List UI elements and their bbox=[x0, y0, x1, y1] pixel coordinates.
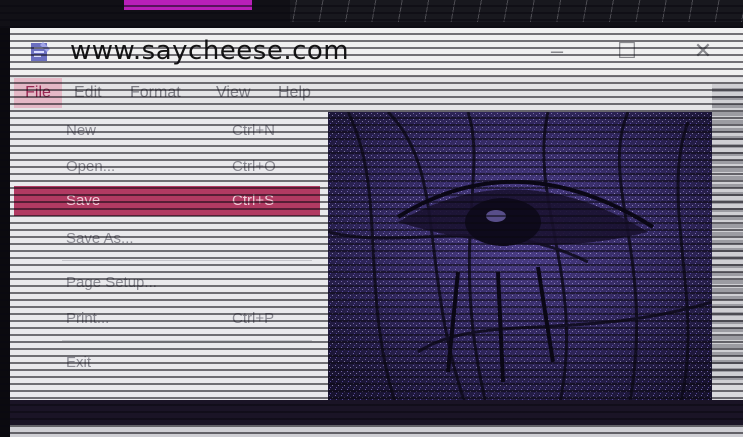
menu-format[interactable]: Format bbox=[130, 84, 181, 102]
app-window: www.saycheese.com – ☐ ✕ File Edit Format… bbox=[10, 28, 743, 437]
menu-item-page-setup[interactable]: Page Setup... bbox=[14, 268, 320, 298]
eye-illustration bbox=[328, 112, 712, 412]
glitch-lines bbox=[290, 0, 743, 22]
menu-item-shortcut: Ctrl+O bbox=[232, 158, 276, 175]
maximize-button[interactable]: ☐ bbox=[610, 36, 644, 66]
menu-item-exit[interactable]: Exit bbox=[14, 348, 320, 378]
status-strip bbox=[10, 425, 743, 437]
minimize-button[interactable]: – bbox=[540, 36, 574, 66]
menu-item-save-as[interactable]: Save As... bbox=[14, 224, 320, 254]
menu-item-save[interactable]: Save Ctrl+S bbox=[14, 186, 320, 216]
menu-item-label: Exit bbox=[66, 354, 92, 371]
glitched-eye-image bbox=[328, 112, 712, 412]
top-glitch-strip bbox=[0, 0, 743, 28]
menu-edit[interactable]: Edit bbox=[74, 84, 102, 102]
menu-item-label: Print... bbox=[66, 310, 110, 327]
menu-item-label: Open... bbox=[66, 158, 116, 175]
menu-item-label: Page Setup... bbox=[66, 274, 157, 291]
close-button[interactable]: ✕ bbox=[686, 36, 720, 66]
menu-separator bbox=[62, 260, 312, 261]
file-dropdown-menu: New Ctrl+N Open... Ctrl+O Save Ctrl+S Sa… bbox=[10, 112, 328, 410]
title-bar: www.saycheese.com – ☐ ✕ bbox=[10, 28, 743, 76]
menu-item-shortcut: Ctrl+S bbox=[232, 192, 275, 209]
menu-item-open[interactable]: Open... Ctrl+O bbox=[14, 152, 320, 182]
window-title: www.saycheese.com bbox=[70, 36, 350, 66]
notepad-icon bbox=[31, 42, 50, 61]
menu-item-label: Save As... bbox=[66, 230, 134, 247]
menu-item-shortcut: Ctrl+N bbox=[232, 122, 275, 139]
menu-item-label: New bbox=[66, 122, 97, 139]
menu-item-new[interactable]: New Ctrl+N bbox=[14, 116, 320, 146]
menu-item-print[interactable]: Print... Ctrl+P bbox=[14, 304, 320, 334]
menu-item-shortcut: Ctrl+P bbox=[232, 310, 275, 327]
menu-view[interactable]: View bbox=[216, 84, 250, 102]
menu-separator bbox=[62, 340, 312, 341]
menu-bar: File Edit Format View Help bbox=[10, 78, 743, 110]
right-edge-glitch bbox=[712, 84, 743, 384]
menu-file[interactable]: File bbox=[14, 78, 62, 108]
menu-help[interactable]: Help bbox=[278, 84, 311, 102]
magenta-bar bbox=[124, 0, 252, 10]
menu-item-label: Save bbox=[66, 192, 101, 209]
